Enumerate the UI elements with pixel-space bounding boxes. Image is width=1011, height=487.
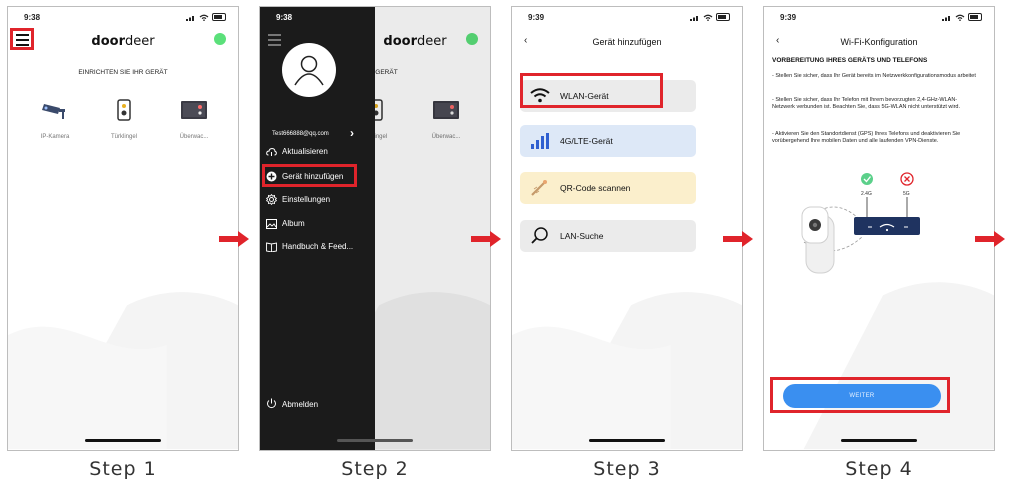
step-label-1: Step 1 <box>89 458 157 480</box>
cloud-refresh-icon <box>266 146 277 157</box>
search-icon <box>520 227 560 245</box>
logout-label: Abmelden <box>282 400 319 409</box>
home-indicator <box>85 439 161 442</box>
wifi-status-icon <box>199 14 209 21</box>
phone-screen-step3: 9:39 ‹ Gerät hinzufügen WLAN-Gerät 4G/LT… <box>511 6 743 451</box>
menu-item-album[interactable]: Album <box>266 218 305 229</box>
arrow-right-icon <box>723 231 753 247</box>
device-label: Überwac... <box>179 134 209 140</box>
device-ip-camera[interactable]: IP-Kamera <box>20 95 90 140</box>
signal-icon <box>186 15 194 21</box>
signal-icon <box>942 15 950 21</box>
side-drawer: 9:38 Test666888@qq.com › Aktualisieren G… <box>260 7 375 450</box>
camera-icon <box>20 95 90 125</box>
battery-icon <box>716 13 730 21</box>
device-doorbell[interactable]: Türklingel <box>89 95 159 140</box>
setup-illustration <box>801 172 920 274</box>
logout-button[interactable]: Abmelden <box>266 398 318 411</box>
status-time: 9:39 <box>528 13 545 22</box>
option-label: 4G/LTE-Gerät <box>560 136 613 146</box>
user-email: Test666888@qq.com <box>272 131 329 137</box>
arrow-right-icon <box>219 231 249 247</box>
check-icon <box>861 173 873 185</box>
menu-item-label: Handbuch & Feed... <box>282 242 354 251</box>
device-label: Türklingel <box>110 134 137 140</box>
router-icon <box>854 217 920 235</box>
album-icon <box>266 218 277 229</box>
chevron-right-icon[interactable]: › <box>350 126 354 140</box>
battery-icon <box>968 13 982 21</box>
battery-icon <box>212 13 226 21</box>
home-indicator <box>337 439 413 442</box>
instruction-1: - Stellen Sie sicher, dass Ihr Gerät ber… <box>772 73 976 79</box>
status-bar: 9:38 <box>8 11 238 25</box>
highlight-wlan-device <box>520 73 663 108</box>
step-label-4: Step 4 <box>845 458 913 480</box>
menu-item-handbuch[interactable]: Handbuch & Feed... <box>266 241 353 252</box>
monitor-icon <box>159 95 229 125</box>
device-monitor[interactable]: Überwac... <box>159 95 229 140</box>
menu-hamburger-icon[interactable] <box>268 34 281 46</box>
instruction-3: - Aktivieren Sie den Standortdienst (GPS… <box>772 131 961 144</box>
avatar[interactable] <box>282 43 336 97</box>
option-lan-search[interactable]: LAN-Suche <box>520 220 696 252</box>
signal-icon <box>690 15 698 21</box>
status-bar: 9:38 <box>260 11 375 25</box>
highlight-continue-button <box>770 377 950 413</box>
menu-item-einstellungen[interactable]: Einstellungen <box>266 194 330 205</box>
band-2g-label: 2.4G <box>861 191 872 197</box>
band-5g-label: 5G <box>903 191 910 197</box>
arrow-right-icon <box>975 231 1005 247</box>
home-indicator <box>841 439 917 442</box>
menu-item-aktualisieren[interactable]: Aktualisieren <box>266 146 328 157</box>
menu-item-label: Album <box>282 219 305 228</box>
menu-item-label: Aktualisieren <box>282 147 328 156</box>
section-heading: VORBEREITUNG IHRES GERÄTS UND TELEFONS <box>772 57 928 64</box>
status-time: 9:38 <box>24 13 41 22</box>
power-icon <box>266 398 277 411</box>
status-dot <box>214 33 226 45</box>
step-label-3: Step 3 <box>593 458 661 480</box>
option-qr-scan[interactable]: QR-Code scannen <box>520 172 696 204</box>
user-icon <box>294 55 324 86</box>
option-label: QR-Code scannen <box>560 183 631 193</box>
arrow-right-icon <box>471 231 501 247</box>
drawer-overlay[interactable] <box>375 7 490 450</box>
status-time: 9:38 <box>276 13 293 22</box>
book-icon <box>266 241 277 252</box>
menu-item-label: Einstellungen <box>282 195 331 204</box>
phone-screen-step1: 9:38 doordeer EINRICHTEN SIE IHR GERÄT I… <box>7 6 239 451</box>
device-label: IP-Kamera <box>40 134 70 140</box>
setup-heading: EINRICHTEN SIE IHR GERÄT <box>78 69 168 76</box>
phone-screen-step4: 9:39 ‹ Wi-Fi-Konfiguration VORBEREITUNG … <box>763 6 995 451</box>
page-title: Gerät hinzufügen <box>592 37 662 47</box>
doorbell-icon <box>89 95 159 125</box>
app-logo: doordeer <box>91 34 155 49</box>
page-title: Wi-Fi-Konfiguration <box>840 37 918 47</box>
cellular-icon <box>520 133 560 149</box>
gear-icon <box>266 194 277 205</box>
status-bar: 9:39 <box>512 11 742 25</box>
qr-scan-icon <box>520 179 560 197</box>
status-bar: 9:39 <box>764 11 994 25</box>
option-lte-device[interactable]: 4G/LTE-Gerät <box>520 125 696 157</box>
phone-screen-step2: doordeer SIE IHR GERÄT ürklingel Überwac… <box>259 6 491 451</box>
option-label: LAN-Suche <box>560 231 604 241</box>
highlight-add-device <box>262 164 357 187</box>
home-indicator <box>589 439 665 442</box>
step-label-2: Step 2 <box>341 458 409 480</box>
wifi-status-icon <box>703 14 713 21</box>
instruction-2: - Stellen Sie sicher, dass Ihr Telefon m… <box>772 97 960 110</box>
wifi-status-icon <box>955 14 965 21</box>
status-time: 9:39 <box>780 13 797 22</box>
